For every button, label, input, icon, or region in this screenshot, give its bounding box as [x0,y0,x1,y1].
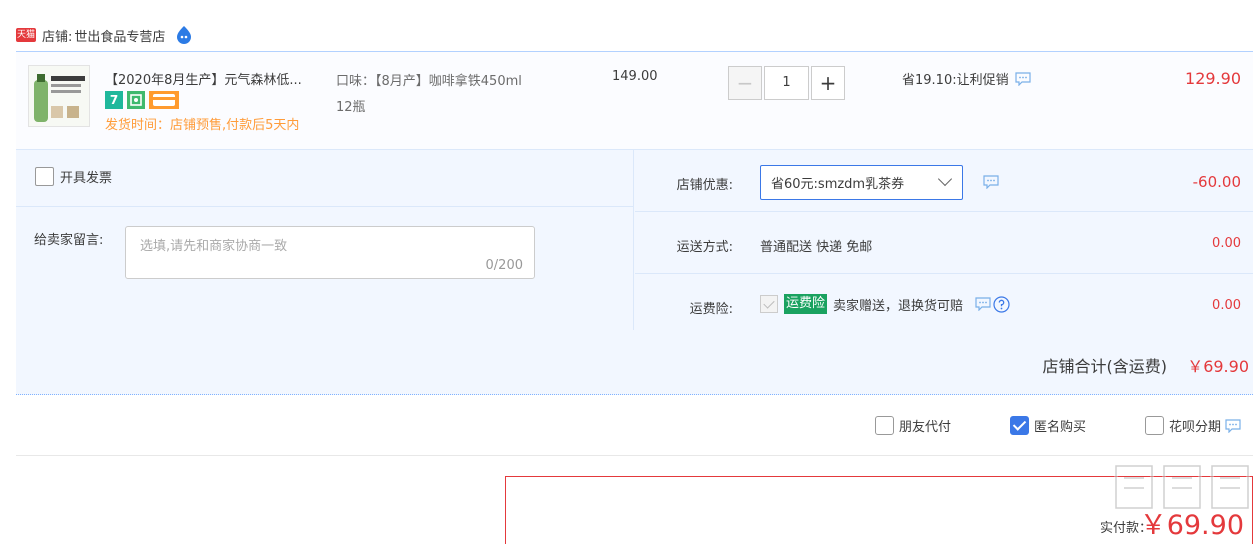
product-thumbnail[interactable] [28,65,90,127]
coupon-comment-icon[interactable] [983,175,999,189]
friend-pay-checkbox[interactable] [875,416,894,435]
discount-label: 店铺优惠: [676,178,733,193]
tmall-icon: 天猫 [16,28,36,42]
shop-total-value: ￥69.90 [1187,357,1249,376]
item-price: 129.90 [1185,69,1241,88]
item-spec: 口味：【8月产】咖啡拿铁450ml 12瓶 [336,69,586,121]
item-badges: 7 [105,91,179,109]
insurance-desc: 卖家赠送，退换货可赔 [833,298,964,314]
shipping-label: 运送方式: [676,240,733,255]
order-extras-panel: 开具发票 给卖家留言: 选填,请先和商家协商一致 0/200 [16,150,634,330]
promo-text: 省19.10:让利促销 [902,73,1009,88]
memo-char-count: 0/200 [485,258,523,273]
delivery-note: 发货时间：店铺预售,付款后5天内 [105,118,300,133]
huabei-label: 花呗分期 [1169,420,1222,435]
memo-textarea[interactable]: 选填,请先和商家协商一致 0/200 [125,226,535,279]
anonymous-checkbox[interactable] [1010,416,1029,435]
huabei-checkbox[interactable] [1145,416,1164,435]
shop-label: 店铺: [42,29,73,45]
insurance-value: 0.00 [1212,298,1241,313]
insurance-info: 运费险 卖家赠送，退换货可赔 [760,294,1010,314]
discount-row: 店铺优惠: 省60元:smzdm乳茶券 -60.00 [635,150,1253,212]
promo-info: 省19.10:让利促销 [902,69,1031,88]
wangwang-chat-icon[interactable] [174,25,194,45]
payment-options: 朋友代付 匿名购买 花呗分期 [16,396,1253,456]
invoice-checkbox[interactable] [35,167,54,186]
insurance-checkbox [760,295,778,313]
insurance-row: 运费险: 运费险 卖家赠送，退换货可赔 0.00 [635,274,1253,330]
item-row: 【2020年8月生产】元气森林低... 7 发货时间：店铺预售,付款后5天内 口… [16,52,1253,150]
quantity-decrease-button[interactable]: − [728,66,762,100]
item-spec-count: 12瓶 [336,100,366,115]
quantity-input[interactable]: 1 [764,66,809,100]
watermark-logo-icon [1114,464,1250,510]
original-price: 149.00 [612,69,658,84]
chevron-down-icon [937,171,953,187]
insurance-label: 运费险: [689,302,733,317]
shop-name-link[interactable]: 世出食品专营店 [74,26,165,45]
discount-value: -60.00 [1192,173,1241,191]
divider [16,206,634,207]
credit-card-icon[interactable] [149,91,179,109]
insurance-tag: 运费险 [784,294,828,314]
comment-icon[interactable] [1015,71,1031,86]
shipping-row: 运送方式: 普通配送 快递 免邮 0.00 [635,212,1253,274]
quantity-increase-button[interactable]: + [811,66,845,100]
item-spec-flavor: 口味：【8月产】咖啡拿铁450ml [336,74,522,89]
help-icon[interactable] [993,295,1010,313]
item-title-link[interactable]: 【2020年8月生产】元气森林低... [105,69,341,88]
invoice-option[interactable]: 开具发票 [35,167,112,186]
shipping-method: 普通配送 快递 免邮 [760,240,873,255]
shop-total-row: 店铺合计(含运费) ￥69.90 [16,332,1253,396]
coupon-selected-value: 省60元:smzdm乳茶券 [771,177,905,192]
memo-placeholder: 选填,请先和商家协商一致 [140,239,288,254]
huabei-option[interactable]: 花呗分期 [1145,416,1241,435]
shipping-value: 0.00 [1212,236,1241,251]
friend-pay-label: 朋友代付 [899,420,952,435]
memo-label: 给卖家留言: [34,233,104,248]
seven-day-return-icon[interactable]: 7 [105,91,123,109]
order-box: 【2020年8月生产】元气森林低... 7 发货时间：店铺预售,付款后5天内 口… [16,51,1253,395]
guarantee-icon[interactable] [127,91,145,109]
invoice-label: 开具发票 [60,171,113,186]
insurance-comment-icon[interactable] [975,297,991,311]
anonymous-label: 匿名购买 [1034,420,1087,435]
shop-total-label: 店铺合计(含运费) [1042,357,1168,376]
friend-pay-option[interactable]: 朋友代付 [875,416,951,435]
shop-header: 天猫 店铺: 世出食品专营店 [16,22,194,48]
coupon-select[interactable]: 省60元:smzdm乳茶券 [760,165,963,200]
quantity-stepper: − 1 + [728,66,845,100]
anonymous-option[interactable]: 匿名购买 [1010,416,1086,435]
product-image-icon [29,66,89,126]
huabei-comment-icon[interactable] [1225,418,1241,433]
